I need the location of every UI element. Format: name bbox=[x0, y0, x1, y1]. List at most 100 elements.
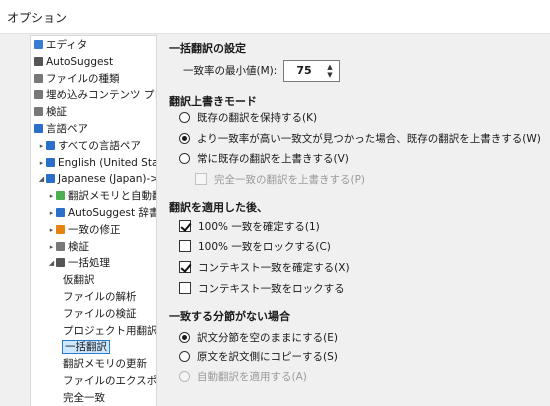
tree-item[interactable]: ◢ Japanese (Japan)->En bbox=[37, 171, 156, 188]
tree-item[interactable]: エディタ bbox=[34, 37, 87, 54]
language-pair-icon bbox=[46, 157, 55, 167]
tree-item-label: 一括翻訳 bbox=[62, 340, 110, 355]
window-title: オプション bbox=[7, 11, 68, 25]
checkbox-icon[interactable] bbox=[179, 282, 191, 294]
tree-item[interactable]: ▸ 翻訳メモリと自動翻 bbox=[47, 188, 157, 205]
batch-translate-settings-panel: 一括翻訳の設定 一致率の最小値(M): 75 ▲ ▼ 翻訳上書きモード 既存の翻… bbox=[165, 35, 550, 406]
tree-item[interactable]: 一括翻訳 bbox=[62, 339, 110, 356]
radio-always-overwrite[interactable]: 常に既存の翻訳を上書きする(V) bbox=[179, 151, 349, 167]
language-pair-icon bbox=[46, 174, 55, 184]
all-language-pairs-icon bbox=[46, 140, 55, 150]
tree-item[interactable]: ファイルの解析 bbox=[63, 289, 137, 306]
tree-item-label: エディタ bbox=[46, 39, 88, 51]
tree-item[interactable]: 言語ペア bbox=[34, 121, 88, 138]
tree-item-label: 検証 bbox=[68, 240, 89, 253]
tree-item-label: ファイルの検証 bbox=[63, 307, 137, 320]
checkbox-overwrite-perfect[interactable]: 完全一致の翻訳を上書きする(P) bbox=[195, 172, 365, 188]
tree-item-label: プロジェクト用翻訳メ bbox=[63, 324, 157, 337]
section-batch-title: 一括翻訳の設定 bbox=[169, 42, 246, 55]
tree-item[interactable]: ▸ AutoSuggest 辞書 bbox=[47, 205, 157, 222]
file-types-icon bbox=[34, 73, 43, 83]
radio-button-icon[interactable] bbox=[179, 112, 190, 123]
tree-item-label: Japanese (Japan)->En bbox=[58, 173, 156, 186]
pencil-icon bbox=[34, 40, 43, 49]
tree-item[interactable]: ファイルの種類 bbox=[34, 71, 120, 88]
tree-item-label: すべての言語ペア bbox=[58, 139, 141, 152]
tree-item-label: ファイルのエクスポート bbox=[63, 375, 157, 387]
autosuggest-icon bbox=[34, 56, 43, 66]
tree-item[interactable]: 仮翻訳 bbox=[63, 272, 95, 289]
verification-icon bbox=[56, 241, 65, 251]
checkbox-icon[interactable] bbox=[179, 261, 191, 273]
expanded-arrow-icon[interactable]: ◢ bbox=[37, 171, 46, 188]
tree-item[interactable]: ▸ 一致の修正 bbox=[47, 222, 121, 239]
collapsed-arrow-icon[interactable]: ▸ bbox=[47, 188, 56, 205]
radio-button-icon[interactable] bbox=[179, 153, 190, 164]
tree-item[interactable]: ファイルの検証 bbox=[63, 306, 137, 323]
tree-item[interactable]: ▸ English (United State bbox=[37, 155, 156, 172]
tree-item[interactable]: 検証 bbox=[34, 104, 67, 121]
checkbox-lock-context[interactable]: コンテキスト一致をロックする bbox=[179, 281, 345, 297]
tree-item-label: AutoSuggest 辞書 bbox=[68, 207, 157, 219]
min-match-label: 一致率の最小値(M): bbox=[183, 65, 278, 77]
collapsed-arrow-icon[interactable]: ▸ bbox=[37, 138, 46, 155]
collapsed-arrow-icon[interactable]: ▸ bbox=[47, 222, 56, 239]
section-nomatch-title: 一致する分節がない場合 bbox=[169, 310, 290, 323]
radio-copy-source[interactable]: 原文を訳文側にコピーする(S) bbox=[179, 349, 338, 365]
chevron-down-icon[interactable]: ▼ bbox=[325, 71, 335, 80]
checkbox-confirm-100[interactable]: 100% 一致を確定する(1) bbox=[179, 219, 320, 235]
min-match-value[interactable]: 75 bbox=[284, 61, 324, 81]
window-titlebar: オプション bbox=[0, 0, 550, 34]
radio-button-icon[interactable] bbox=[179, 351, 190, 362]
radio-apply-mt[interactable]: 自動翻訳を適用する(A) bbox=[179, 369, 307, 385]
collapsed-arrow-icon[interactable]: ▸ bbox=[47, 205, 56, 222]
tree-item-label: ファイルの種類 bbox=[46, 72, 120, 85]
checkbox-icon[interactable] bbox=[195, 173, 207, 185]
tree-item-label: ファイルの解析 bbox=[63, 291, 137, 303]
tree-item[interactable]: ◢ 一括処理 bbox=[47, 255, 110, 272]
checkbox-lock-100[interactable]: 100% 一致をロックする(C) bbox=[179, 239, 331, 255]
language-pairs-icon bbox=[34, 124, 43, 133]
tree-item-label: 完全一致 bbox=[63, 391, 105, 404]
tree-item[interactable]: 埋め込みコンテンツ プロセ bbox=[34, 87, 156, 104]
embedded-content-icon bbox=[34, 90, 43, 100]
expanded-arrow-icon[interactable]: ◢ bbox=[47, 255, 56, 272]
collapsed-arrow-icon[interactable]: ▸ bbox=[47, 239, 56, 256]
section-overwrite-title: 翻訳上書きモード bbox=[169, 95, 257, 108]
radio-button-icon[interactable] bbox=[179, 371, 190, 382]
radio-leave-empty[interactable]: 訳文分節を空のままにする(E) bbox=[179, 330, 338, 346]
tree-item[interactable]: プロジェクト用翻訳メ bbox=[63, 323, 157, 340]
splitter[interactable] bbox=[157, 35, 165, 406]
tree-item-label: 一致の修正 bbox=[68, 223, 121, 236]
batch-processing-icon bbox=[56, 258, 65, 268]
verification-icon bbox=[34, 107, 43, 117]
collapsed-arrow-icon[interactable]: ▸ bbox=[37, 155, 46, 172]
tree-item-label: 埋め込みコンテンツ プロセ bbox=[46, 89, 156, 102]
tree-item[interactable]: 完全一致 bbox=[63, 390, 105, 406]
tree-item[interactable]: ▸ 検証 bbox=[47, 239, 89, 256]
tree-item-label: AutoSuggest bbox=[46, 55, 114, 68]
tree-item[interactable]: ▸ すべての言語ペア bbox=[37, 138, 141, 155]
tree-item-label: 一括処理 bbox=[68, 257, 110, 270]
radio-button-icon[interactable] bbox=[179, 332, 190, 343]
translation-memory-icon bbox=[56, 191, 65, 201]
radio-keep-existing[interactable]: 既存の翻訳を保持する(K) bbox=[179, 110, 317, 126]
options-tree[interactable]: エディタAutoSuggestファイルの種類埋め込みコンテンツ プロセ検証言語ペ… bbox=[30, 35, 157, 406]
radio-overwrite-better[interactable]: より一致率が高い一致文が見つかった場合、既存の翻訳を上書きする(W) bbox=[179, 131, 541, 147]
tree-item[interactable]: AutoSuggest bbox=[34, 54, 113, 71]
tree-item-label: 翻訳メモリの更新 bbox=[63, 358, 147, 371]
checkbox-icon[interactable] bbox=[179, 240, 191, 252]
radio-button-icon[interactable] bbox=[179, 133, 190, 144]
section-after-title: 翻訳を適用した後、 bbox=[169, 201, 268, 214]
tree-item[interactable]: ファイルのエクスポート bbox=[63, 373, 157, 390]
checkbox-confirm-context[interactable]: コンテキスト一致を確定する(X) bbox=[179, 260, 350, 276]
tree-item[interactable]: 翻訳メモリの更新 bbox=[63, 356, 147, 373]
dictionary-icon bbox=[56, 208, 65, 217]
tree-item-label: 仮翻訳 bbox=[63, 274, 95, 287]
tree-item-label: 翻訳メモリと自動翻 bbox=[68, 190, 157, 203]
fuzzy-repair-icon bbox=[56, 224, 65, 234]
min-match-stepper[interactable]: 75 ▲ ▼ bbox=[283, 60, 340, 82]
tree-item-label: 言語ペア bbox=[46, 123, 88, 135]
tree-item-label: 検証 bbox=[46, 106, 67, 119]
checkbox-icon[interactable] bbox=[179, 220, 191, 232]
